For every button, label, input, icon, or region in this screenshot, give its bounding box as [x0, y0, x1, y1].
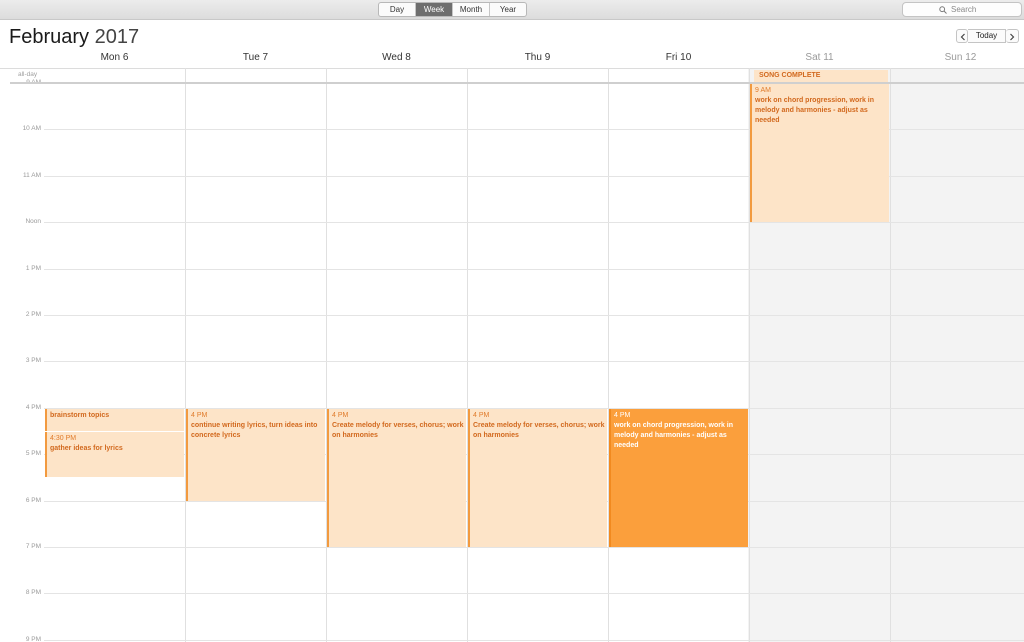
- all-day-event[interactable]: SONG COMPLETE: [754, 70, 888, 82]
- tab-month[interactable]: Month: [453, 3, 490, 16]
- day-header[interactable]: Wed 8: [326, 52, 467, 63]
- hour-line: [44, 547, 1024, 548]
- chevron-right-icon: [1010, 33, 1015, 41]
- event-time: 4 PM: [473, 412, 490, 419]
- hour-label: 11 AM: [23, 172, 41, 179]
- search-field[interactable]: Search: [902, 2, 1022, 17]
- hour-label: 2 PM: [25, 311, 41, 318]
- next-week-button[interactable]: [1006, 29, 1019, 43]
- event-title: brainstorm topics: [50, 412, 110, 419]
- hour-line: [44, 222, 1024, 223]
- today-button[interactable]: Today: [968, 29, 1006, 43]
- tab-day[interactable]: Day: [379, 3, 416, 16]
- hour-label: 5 PM: [25, 450, 41, 457]
- event-time: 4 PM: [332, 412, 349, 419]
- event-title: Create melody for verses, chorus; work o…: [473, 422, 605, 439]
- event-time: 4 PM: [614, 412, 631, 419]
- tab-week[interactable]: Week: [416, 3, 453, 16]
- event-time: 9 AM: [755, 87, 771, 94]
- toolbar: Day Week Month Year Search: [0, 0, 1024, 20]
- event-title: continue writing lyrics, turn ideas into…: [191, 422, 318, 439]
- day-header[interactable]: Sun 12: [890, 52, 1024, 63]
- calendar-window: Day Week Month Year Search February 2017…: [0, 0, 1024, 642]
- hour-line: [44, 315, 1024, 316]
- column-divider: [326, 68, 327, 642]
- hour-label: 10 AM: [22, 125, 41, 132]
- page-title: February 2017: [9, 25, 139, 49]
- hour-label: Noon: [25, 218, 41, 225]
- hour-line: [44, 640, 1024, 641]
- calendar-event[interactable]: 9 AM work on chord progression, work in m…: [750, 84, 889, 222]
- calendar-event[interactable]: 4 PM continue writing lyrics, turn ideas …: [186, 409, 325, 501]
- event-title: Create melody for verses, chorus; work o…: [332, 422, 464, 439]
- hour-label: 9 PM: [25, 636, 41, 642]
- day-header[interactable]: Thu 9: [467, 52, 608, 63]
- hour-label: 8 PM: [25, 589, 41, 596]
- day-header[interactable]: Mon 6: [44, 52, 185, 63]
- calendar-event[interactable]: 4 PM Create melody for verses, chorus; wo…: [468, 409, 607, 547]
- day-header[interactable]: Sat 11: [749, 52, 890, 63]
- hour-label: 3 PM: [25, 357, 41, 364]
- tab-year[interactable]: Year: [490, 3, 526, 16]
- view-switcher: Day Week Month Year: [378, 2, 527, 17]
- column-divider: [467, 68, 468, 642]
- previous-week-button[interactable]: [956, 29, 968, 43]
- month-name: February: [9, 26, 90, 48]
- calendar-event[interactable]: brainstorm topics: [45, 409, 184, 431]
- hour-label: 1 PM: [25, 265, 41, 272]
- hour-label: 6 PM: [25, 497, 41, 504]
- all-day-label: all-day: [18, 71, 38, 78]
- event-time: 4:30 PM: [50, 435, 77, 442]
- calendar-event[interactable]: 4:30 PM gather ideas for lyrics: [45, 432, 184, 477]
- event-title: work on chord progression, work in melod…: [614, 422, 734, 449]
- calendar-event[interactable]: 4 PM Create melody for verses, chorus; wo…: [327, 409, 466, 547]
- calendar-event[interactable]: 4 PM work on chord progression, work in m…: [609, 409, 748, 547]
- search-placeholder: Search: [951, 5, 977, 14]
- hour-line: [44, 361, 1024, 362]
- column-divider: [185, 68, 186, 642]
- hour-line: [44, 593, 1024, 594]
- event-title: work on chord progression, work in melod…: [755, 97, 875, 124]
- hour-label: 7 PM: [25, 543, 41, 550]
- event-title: gather ideas for lyrics: [50, 445, 123, 452]
- column-divider: [608, 68, 609, 642]
- year-label: 2017: [94, 26, 140, 48]
- search-icon: [939, 6, 947, 14]
- today-label: Today: [975, 31, 998, 40]
- hour-label: 4 PM: [25, 404, 41, 411]
- chevron-left-icon: [960, 33, 965, 41]
- column-divider: [890, 68, 891, 642]
- day-header[interactable]: Tue 7: [185, 52, 326, 63]
- day-header[interactable]: Fri 10: [608, 52, 749, 63]
- hour-line: [44, 269, 1024, 270]
- event-time: 4 PM: [191, 412, 208, 419]
